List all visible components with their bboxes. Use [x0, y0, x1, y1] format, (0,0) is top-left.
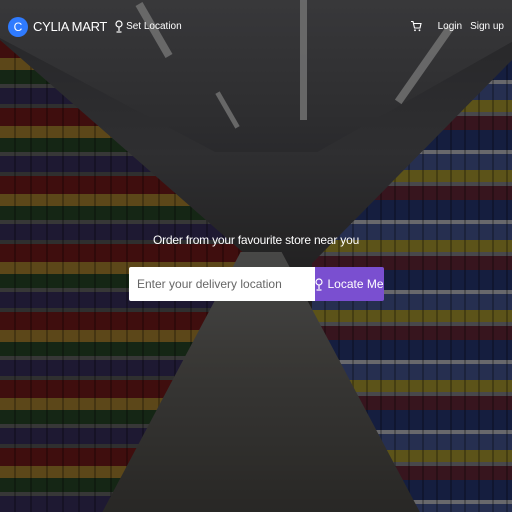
set-location-label: Set Location [126, 20, 182, 32]
cart-button[interactable] [410, 20, 422, 32]
brand-name[interactable]: CYLIA MART [33, 19, 107, 34]
delivery-location-input[interactable] [129, 267, 315, 301]
logo-badge[interactable]: C [8, 16, 28, 37]
locate-me-label: Locate Me [327, 277, 384, 291]
login-link[interactable]: Login [438, 21, 462, 32]
set-location-link[interactable]: Set Location [115, 19, 182, 33]
account-nav: Login Sign up [410, 20, 504, 32]
location-search-bar: Locate Me [129, 267, 384, 301]
hero-heading: Order from your favourite store near you [152, 233, 360, 247]
location-pin-icon [315, 277, 324, 291]
signup-link[interactable]: Sign up [470, 21, 504, 32]
location-pin-icon [115, 19, 123, 33]
locate-me-button[interactable]: Locate Me [315, 267, 384, 301]
top-navbar: C CYLIA MART Set Location Login Sign up [0, 0, 512, 52]
cart-icon [410, 20, 422, 32]
hero-background-image [0, 0, 512, 512]
